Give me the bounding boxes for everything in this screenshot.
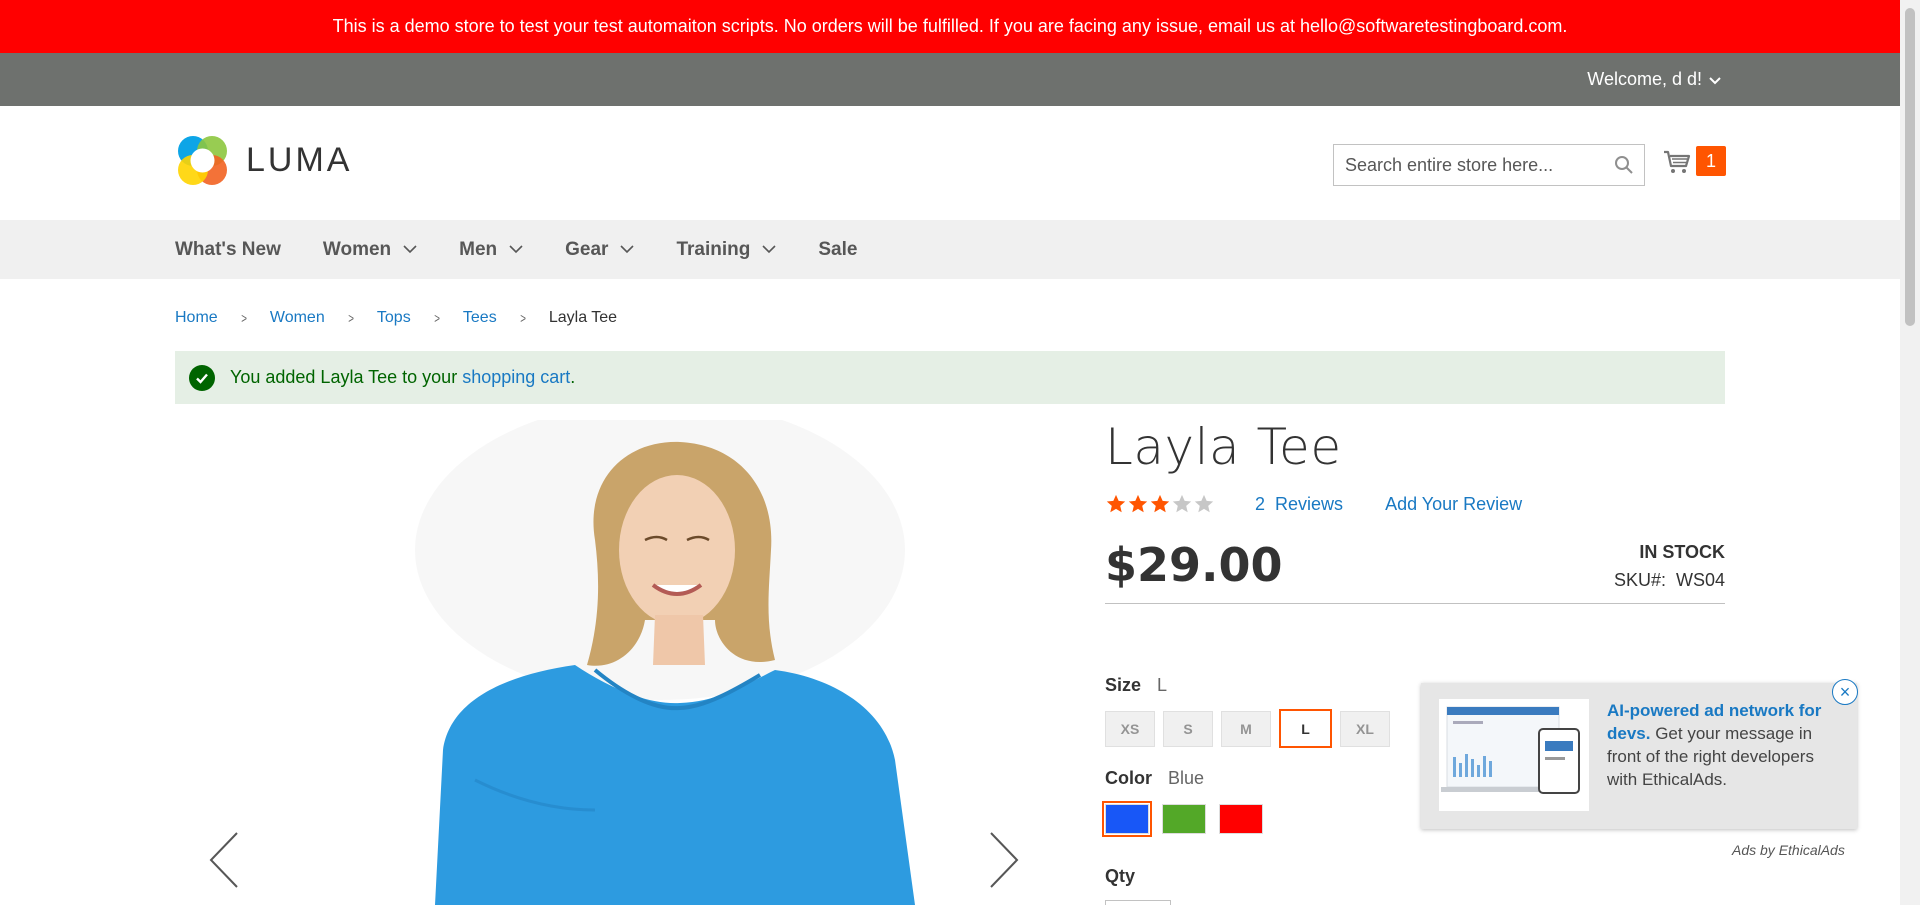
- breadcrumb-tops[interactable]: Tops: [377, 309, 411, 327]
- product-price: $29.00: [1105, 538, 1283, 592]
- breadcrumb-current: Layla Tee: [548, 309, 618, 326]
- chevron-down-icon: [762, 245, 776, 254]
- nav-item-gear[interactable]: Gear: [565, 238, 635, 261]
- welcome-text: Welcome, d d!: [1587, 69, 1702, 89]
- nav-item-training[interactable]: Training: [676, 239, 776, 261]
- chevron-down-icon: [1709, 76, 1721, 84]
- search-icon[interactable]: [1614, 155, 1634, 175]
- cart-icon: [1664, 150, 1691, 173]
- product-gallery[interactable]: [175, 420, 1055, 905]
- qty-label-text: Qty: [1105, 866, 1136, 886]
- color-selected-value: Blue: [1168, 768, 1205, 788]
- demo-notice-bar: This is a demo store to test your test a…: [0, 0, 1900, 53]
- ad-text[interactable]: AI-powered ad network for devs. Get your…: [1607, 699, 1839, 791]
- product-title: Layla Tee: [1105, 418, 1342, 476]
- scrollbar-thumb[interactable]: [1905, 8, 1915, 326]
- reviews-link[interactable]: 2 Reviews: [1255, 494, 1343, 515]
- reviews-label: Reviews: [1275, 493, 1344, 514]
- divider: [1105, 603, 1725, 604]
- nav-item-label: What's New: [175, 238, 281, 260]
- chevron-down-icon: [403, 245, 417, 254]
- chevron-right-icon: >: [433, 310, 440, 326]
- breadcrumb-women[interactable]: Women: [270, 309, 325, 327]
- cart-count-badge: 1: [1696, 146, 1726, 176]
- qty-label: Qty: [1105, 866, 1135, 887]
- chevron-down-icon: [509, 245, 523, 254]
- message-text: You added Layla Tee to your: [230, 367, 458, 387]
- star-empty-icon: [1172, 494, 1192, 513]
- breadcrumb: Home > Women > Tops > Tees > Layla Tee: [175, 309, 617, 327]
- message-suffix: .: [570, 367, 576, 387]
- chevron-right-icon: >: [519, 310, 526, 326]
- color-swatch-red[interactable]: [1219, 804, 1263, 834]
- size-swatch-xl[interactable]: XL: [1340, 711, 1390, 747]
- main-navigation: What's New Women Men Gear Training Sale: [0, 220, 1900, 279]
- sku-value: WS04: [1675, 570, 1725, 590]
- success-message: You added Layla Tee to your shopping car…: [175, 351, 1725, 404]
- nav-item-label: Men: [459, 238, 498, 260]
- size-swatches: XS S M L XL: [1105, 709, 1398, 748]
- breadcrumb-tees[interactable]: Tees: [463, 309, 497, 327]
- nav-item-men[interactable]: Men: [459, 239, 523, 261]
- logo-text: LUMA: [246, 141, 353, 179]
- ad-byline[interactable]: Ads by EthicalAds: [1732, 842, 1845, 858]
- minicart[interactable]: 1: [1662, 146, 1726, 176]
- page-header: LUMA 1: [0, 106, 1900, 220]
- size-swatch-m[interactable]: M: [1221, 711, 1271, 747]
- customer-menu-toggle[interactable]: Welcome, d d!: [1587, 53, 1722, 106]
- size-swatch-l[interactable]: L: [1279, 709, 1332, 748]
- color-label: Color: [1105, 768, 1152, 788]
- top-panel: Welcome, d d!: [0, 53, 1900, 106]
- breadcrumb-home[interactable]: Home: [175, 309, 218, 327]
- product-image: [415, 420, 915, 905]
- reviews-count: 2: [1255, 493, 1266, 514]
- nav-item-label: Training: [676, 238, 751, 260]
- ad-thumbnail-image: [1439, 699, 1589, 811]
- demo-notice-text: This is a demo store to test your test a…: [332, 16, 1568, 36]
- shopping-cart-link[interactable]: shopping cart: [462, 367, 570, 388]
- size-selected-value: L: [1157, 675, 1168, 695]
- product-rating: 2 Reviews Add Your Review: [1105, 493, 1522, 515]
- size-swatch-s[interactable]: S: [1163, 711, 1213, 747]
- ethicalads-banner[interactable]: × AI-powered ad network for devs. Get yo…: [1421, 679, 1858, 829]
- nav-item-label: Sale: [818, 238, 858, 260]
- gallery-next-arrow-icon[interactable]: [987, 830, 1021, 890]
- color-swatch-blue[interactable]: [1102, 801, 1152, 837]
- scrollbar[interactable]: [1900, 0, 1920, 905]
- gallery-prev-arrow-icon[interactable]: [207, 830, 241, 890]
- sku-label: SKU#:: [1613, 570, 1666, 590]
- star-filled-icon: [1106, 494, 1126, 513]
- search-input[interactable]: [1345, 154, 1605, 176]
- add-review-link[interactable]: Add Your Review: [1385, 494, 1522, 515]
- nav-item-whats-new[interactable]: What's New: [175, 239, 281, 261]
- size-attribute: Size L: [1105, 675, 1167, 696]
- checkmark-icon: [189, 364, 215, 391]
- nav-item-label: Women: [322, 238, 392, 260]
- star-empty-icon: [1194, 494, 1214, 513]
- nav-item-label: Gear: [565, 238, 609, 260]
- chevron-down-icon: [620, 245, 635, 254]
- chevron-right-icon: >: [240, 310, 247, 326]
- color-swatch-green[interactable]: [1162, 804, 1206, 834]
- qty-input[interactable]: [1105, 900, 1171, 905]
- search-box: [1333, 144, 1645, 186]
- product-sku: SKU#: WS04: [1614, 570, 1725, 591]
- logo[interactable]: LUMA: [175, 133, 352, 188]
- size-label: Size: [1105, 675, 1142, 695]
- nav-item-women[interactable]: Women: [323, 239, 417, 261]
- size-swatch-xs[interactable]: XS: [1105, 711, 1155, 747]
- star-filled-icon: [1128, 494, 1148, 513]
- color-swatches: [1102, 801, 1276, 837]
- luma-logo-icon: [178, 136, 227, 185]
- color-attribute: Color Blue: [1105, 768, 1204, 789]
- rating-stars: [1105, 493, 1215, 515]
- stock-status: IN STOCK: [1639, 542, 1725, 562]
- nav-item-sale[interactable]: Sale: [818, 239, 857, 261]
- chevron-right-icon: >: [347, 310, 354, 326]
- star-filled-icon: [1150, 494, 1170, 513]
- page: This is a demo store to test your test a…: [0, 0, 1920, 905]
